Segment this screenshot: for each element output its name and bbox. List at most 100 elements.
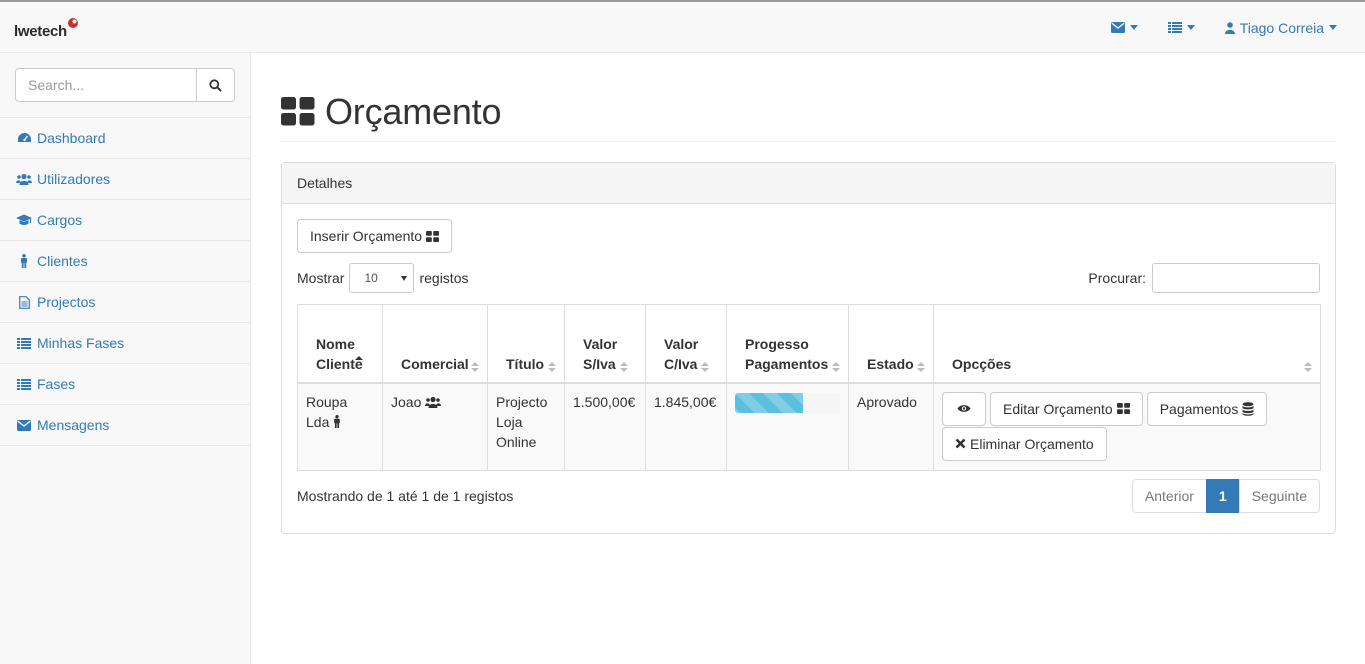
users-icon	[425, 396, 442, 408]
cell-text: Lda	[306, 413, 330, 430]
table-footer: Mostrando de 1 até 1 de 1 registos Anter…	[297, 478, 1320, 513]
eye-icon	[957, 405, 971, 412]
header-text: Pagamentos	[745, 355, 829, 372]
brand-name: lwetech	[14, 23, 67, 40]
show-label: Mostrar	[297, 270, 345, 286]
table-info: Mostrando de 1 até 1 de 1 registos	[297, 487, 514, 504]
cell-text: Projecto	[496, 393, 548, 410]
insert-budget-button[interactable]: Inserir Orçamento	[297, 219, 453, 253]
sidebar-item-mensagens[interactable]: Mensagens	[0, 405, 250, 446]
panel-heading: Detalhes	[282, 163, 1335, 204]
column-header-valor-s-iva[interactable]: Valor S/Iva	[564, 304, 646, 384]
cell-text: Joao	[391, 393, 422, 410]
th-large-icon	[1116, 403, 1130, 414]
header-text: Comercial	[401, 355, 469, 372]
sidebar-item-label: Dashboard	[37, 130, 106, 146]
sidebar-item-label: Mensagens	[37, 417, 110, 433]
cell-progresso	[726, 382, 849, 471]
cell-text: Loja	[496, 413, 523, 430]
dashboard-icon	[16, 132, 32, 144]
search-input[interactable]	[15, 68, 197, 102]
pagination-next[interactable]: Seguinte	[1238, 478, 1320, 513]
cell-comercial: Joao	[382, 382, 488, 471]
messages-dropdown[interactable]	[1096, 2, 1153, 53]
cell-titulo: Projecto Loja Online	[487, 382, 565, 471]
file-icon	[16, 295, 32, 309]
page-length-value: 10	[364, 271, 378, 285]
sidebar: Dashboard Utilizadores Cargos Clientes P…	[0, 53, 251, 664]
column-header-cliente[interactable]: Nome Cliente	[297, 304, 383, 384]
search-icon	[209, 78, 222, 92]
tasks-dropdown[interactable]	[1153, 2, 1210, 53]
graduation-cap-icon	[16, 214, 32, 226]
budget-table: Nome Cliente Comercial Título Valor S/Iv…	[297, 304, 1321, 471]
table-search-input[interactable]	[1152, 263, 1320, 293]
sidebar-item-label: Clientes	[37, 253, 88, 269]
top-navbar: lwetech Tiago Correia	[0, 0, 1365, 53]
header-text: Nome	[316, 335, 355, 352]
sort-icon	[471, 361, 479, 372]
header-text: C/Iva	[664, 355, 698, 372]
insert-budget-label: Inserir Orçamento	[310, 228, 423, 244]
sidebar-item-projectos[interactable]: Projectos	[0, 282, 250, 323]
column-header-estado[interactable]: Estado	[848, 304, 934, 384]
sidebar-item-cargos[interactable]: Cargos	[0, 200, 250, 241]
cell-opcoes: Editar Orçamento Pagamentos Eliminar Orç…	[933, 382, 1321, 471]
cell-text: Roupa	[306, 393, 348, 410]
cell-text: Online	[496, 433, 537, 450]
database-icon	[1242, 401, 1254, 416]
male-icon	[16, 254, 32, 268]
pagination-previous[interactable]: Anterior	[1131, 478, 1207, 513]
sidebar-item-minhas-fases[interactable]: Minhas Fases	[0, 323, 250, 364]
button-label: Editar Orçamento	[1003, 400, 1113, 417]
page-title: Orçamento	[325, 90, 502, 132]
progress-fill	[735, 392, 804, 413]
column-header-opcoes[interactable]: Opcções	[933, 304, 1321, 384]
table-header-row: Nome Cliente Comercial Título Valor S/Iv…	[297, 304, 1321, 384]
pagination-page-1[interactable]: 1	[1205, 478, 1240, 513]
sidebar-item-clientes[interactable]: Clientes	[0, 241, 250, 282]
filter-label: Procurar:	[1088, 270, 1146, 286]
page-length-select[interactable]: 10	[349, 263, 415, 293]
close-icon	[955, 438, 966, 449]
column-header-progresso[interactable]: Progesso Pagamentos	[726, 304, 849, 384]
sidebar-item-dashboard[interactable]: Dashboard	[0, 118, 250, 159]
sidebar-item-utilizadores[interactable]: Utilizadores	[0, 159, 250, 200]
view-button[interactable]	[942, 391, 986, 426]
envelope-icon	[1110, 22, 1125, 33]
list-icon	[16, 337, 32, 349]
sort-asc-icon	[355, 355, 363, 366]
payments-button[interactable]: Pagamentos	[1146, 391, 1268, 426]
chevron-down-icon	[1329, 25, 1337, 30]
column-header-titulo[interactable]: Título	[487, 304, 565, 384]
envelope-icon	[16, 419, 32, 431]
cell-estado: Aprovado	[848, 382, 934, 471]
header-text: Opcções	[952, 355, 1012, 372]
sort-icon	[620, 361, 628, 372]
details-panel: Detalhes Inserir Orçamento Mostrar 10 re…	[281, 162, 1336, 534]
header-text: S/Iva	[583, 355, 616, 372]
sidebar-item-fases[interactable]: Fases	[0, 364, 250, 405]
user-dropdown[interactable]: Tiago Correia	[1210, 2, 1365, 53]
page-length-control: Mostrar 10 registos	[297, 263, 468, 293]
sidebar-search	[0, 53, 250, 118]
chevron-down-icon	[1186, 25, 1195, 30]
sidebar-item-label: Cargos	[37, 212, 83, 228]
delete-budget-button[interactable]: Eliminar Orçamento	[942, 426, 1107, 461]
sidebar-item-label: Utilizadores	[37, 171, 111, 187]
button-label: Pagamentos	[1159, 400, 1239, 417]
payment-progress-bar	[735, 392, 840, 413]
table-row: Roupa Lda Joao Projecto Loja Online 1.50…	[297, 382, 1321, 471]
cell-valor-s-iva: 1.500,00€	[564, 382, 646, 471]
main-content: Orçamento Detalhes Inserir Orçamento Mos…	[281, 53, 1336, 534]
logo-mark-icon	[68, 18, 78, 28]
records-label: registos	[419, 270, 469, 286]
column-header-comercial[interactable]: Comercial	[382, 304, 488, 384]
pagination: Anterior 1 Seguinte	[1131, 478, 1320, 513]
sidebar-item-label: Minhas Fases	[37, 335, 125, 351]
edit-budget-button[interactable]: Editar Orçamento	[990, 391, 1143, 426]
column-header-valor-c-iva[interactable]: Valor C/Iva	[645, 304, 727, 384]
search-button[interactable]	[197, 68, 235, 102]
header-text: Estado	[867, 355, 914, 372]
users-icon	[16, 173, 32, 185]
